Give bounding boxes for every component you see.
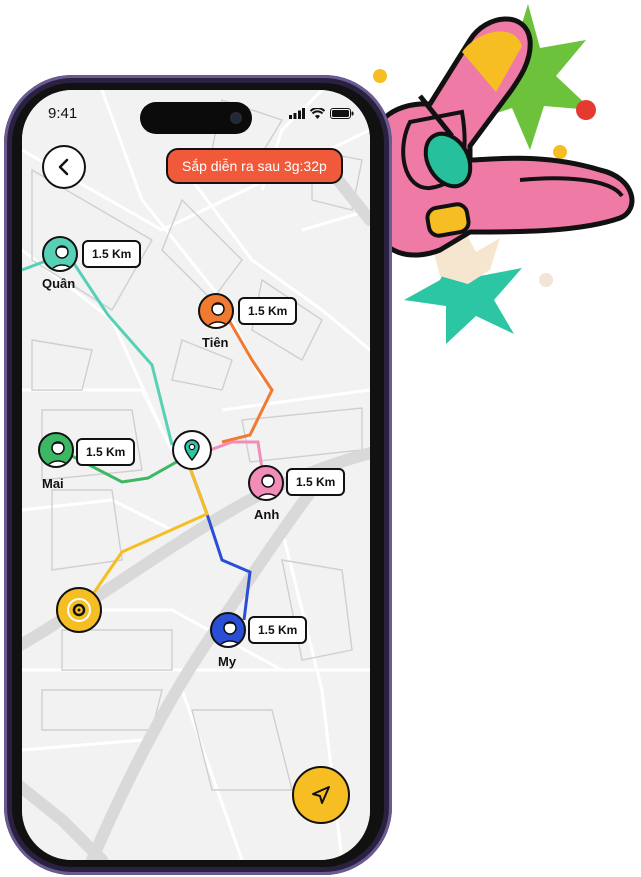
signal-icon [289,108,305,119]
countdown-badge: Sắp diễn ra sau 3g:32p [166,148,343,184]
avatar [42,236,78,272]
wifi-icon [310,108,325,119]
avatar [38,432,74,468]
navigation-arrow-icon [312,786,330,804]
distance-badge: 1.5 Km [82,240,142,268]
friend-name: Quân [42,276,76,291]
camera-icon [230,112,242,124]
avatar [210,612,246,648]
back-button[interactable] [42,145,86,189]
distance-badge: 1.5 Km [248,616,308,644]
location-pin-icon [184,439,200,461]
friend-name: Mai [42,476,64,491]
friend-name: Anh [254,507,280,522]
target-icon [67,598,91,622]
friend-name: Tiên [202,335,229,350]
distance-badge: 1.5 Km [238,297,298,325]
avatar [198,293,234,329]
distance-badge: 1.5 Km [76,438,136,466]
map-screen[interactable]: 9:41 Sắp diễn ra sau 3g:32p 1.5 Km Quân … [22,90,370,860]
status-time: 9:41 [48,105,78,122]
distance-badge: 1.5 Km [286,468,346,496]
avatar [248,465,284,501]
status-bar: 9:41 [22,102,370,134]
friend-name: My [218,654,237,669]
destination-marker[interactable] [172,430,212,470]
chevron-left-icon [58,158,69,176]
battery-icon [330,108,354,119]
origin-marker[interactable] [56,587,102,633]
dynamic-island [140,102,252,134]
status-icons [289,108,354,119]
navigate-button[interactable] [292,766,350,824]
